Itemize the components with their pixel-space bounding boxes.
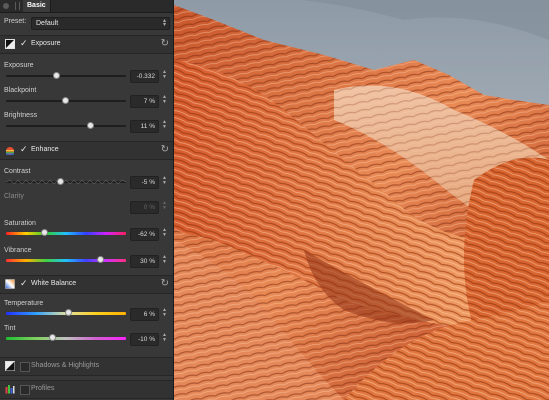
vibrance-slider[interactable] [6,256,126,263]
stepper-icon[interactable]: ▲ ▼ [161,70,168,81]
stepper-icon[interactable]: ▲ ▼ [161,176,168,187]
control-exposure: Exposure -0.332 ▲ ▼ [0,60,173,85]
landscape-photo [174,0,549,400]
enhance-icon [6,147,14,155]
slider-knob[interactable] [96,256,104,263]
section-profiles[interactable]: Profiles [0,380,173,399]
slider-knob[interactable] [48,334,56,341]
temperature-label: Temperature [4,300,44,307]
panel-titlebar: Basic [0,0,173,13]
stepper-icon[interactable]: ▲ ▼ [161,201,168,212]
section-profiles-label: Profiles [31,385,55,392]
enable-checkbox[interactable] [20,385,30,395]
reset-icon[interactable]: ↻ [161,38,169,49]
slider-knob[interactable] [57,178,64,185]
stepper-icon[interactable]: ▲ ▼ [161,255,168,266]
control-blackpoint: Blackpoint 7 % ▲ ▼ [0,85,173,110]
saturation-value: -62 % [138,231,155,238]
close-icon[interactable] [3,3,9,9]
reset-icon[interactable]: ↻ [161,144,169,155]
preset-label: Preset: [4,18,27,25]
tab-basic[interactable]: Basic [23,0,51,12]
preset-row: Preset: Default ▴ ▾ [0,13,173,32]
exposure-value-field[interactable]: -0.332 [130,70,159,83]
white-balance-icon [5,279,15,289]
control-saturation: Saturation -62 % ▲ ▼ [0,218,173,243]
exposure-label: Exposure [4,62,34,69]
contrast-value-field[interactable]: -5 % [130,176,159,189]
check-icon[interactable]: ✓ [20,278,28,289]
section-shadows-highlights-label: Shadows & Highlights [31,362,100,369]
contrast-slider[interactable] [6,178,126,185]
section-shadows-highlights[interactable]: Shadows & Highlights [0,357,173,376]
slider-knob[interactable] [61,97,69,104]
temperature-slider[interactable] [6,309,126,316]
stepper-icon[interactable]: ▲ ▼ [161,308,168,319]
contrast-wave [6,179,126,185]
shadows-highlights-icon [5,361,15,371]
control-vibrance: Vibrance 30 % ▲ ▼ [0,245,173,270]
saturation-value-field[interactable]: -62 % [130,228,159,241]
stepper-icon[interactable]: ▲ ▼ [161,95,168,106]
blackpoint-label: Blackpoint [4,87,37,94]
section-white-balance-label: White Balance [31,280,77,287]
exposure-value: -0.332 [136,73,155,80]
section-enhance[interactable]: ✓ Enhance ↻ [0,141,173,160]
vibrance-value-field[interactable]: 30 % [130,255,159,268]
brightness-value: 11 % [140,123,155,130]
blackpoint-slider[interactable] [6,97,126,104]
clarity-value: 0 % [143,204,155,211]
chevron-updown-icon: ▴ ▾ [162,18,166,28]
saturation-slider[interactable] [6,229,126,236]
exposure-slider[interactable] [6,72,126,79]
tint-value-field[interactable]: -10 % [130,333,159,346]
drag-handle-icon[interactable] [15,2,20,10]
check-icon[interactable]: ✓ [20,144,28,155]
slider-knob[interactable] [53,72,61,79]
section-enhance-label: Enhance [31,146,59,153]
section-white-balance[interactable]: ✓ White Balance ↻ [0,275,173,294]
check-icon[interactable]: ✓ [20,38,28,49]
tint-value: -10 % [138,336,155,343]
profiles-icon [5,385,15,394]
section-exposure[interactable]: ✓ Exposure ↻ [0,35,173,54]
tint-slider[interactable] [6,334,126,341]
exposure-icon [5,39,15,49]
vibrance-label: Vibrance [4,247,32,254]
slider-knob[interactable] [87,122,94,129]
brightness-label: Brightness [4,112,38,119]
section-exposure-label: Exposure [31,40,61,47]
tint-label: Tint [4,325,16,332]
stepper-icon[interactable]: ▲ ▼ [161,228,168,239]
adjustments-panel: Basic Preset: Default ▴ ▾ ✓ Exposure ↻ Ex… [0,0,174,400]
contrast-value: -5 % [141,179,155,186]
control-brightness: Brightness 11 % ▲ ▼ [0,110,173,135]
slider-knob[interactable] [65,309,73,316]
control-clarity: Clarity 0 % ▲ ▼ [0,191,173,216]
preset-select[interactable]: Default ▴ ▾ [31,17,170,30]
vibrance-value: 30 % [140,258,155,265]
control-temperature: Temperature 6 % ▲ ▼ [0,298,173,323]
blackpoint-value: 7 % [143,98,155,105]
brightness-value-field[interactable]: 11 % [130,120,159,133]
photo-canvas[interactable] [174,0,549,400]
enable-checkbox[interactable] [20,362,30,372]
clarity-value-field[interactable]: 0 % [130,201,159,214]
contrast-label: Contrast [4,168,31,175]
temperature-value: 6 % [143,311,155,318]
control-contrast: Contrast -5 % ▲ ▼ [0,166,173,191]
stepper-icon[interactable]: ▲ ▼ [161,333,168,344]
temperature-value-field[interactable]: 6 % [130,308,159,321]
blackpoint-value-field[interactable]: 7 % [130,95,159,108]
control-tint: Tint -10 % ▲ ▼ [0,323,173,348]
clarity-label: Clarity [4,193,24,200]
reset-icon[interactable]: ↻ [161,278,169,289]
brightness-slider[interactable] [6,122,126,129]
saturation-label: Saturation [4,220,36,227]
preset-value: Default [36,20,59,27]
slider-knob[interactable] [41,229,49,236]
stepper-icon[interactable]: ▲ ▼ [161,120,168,131]
